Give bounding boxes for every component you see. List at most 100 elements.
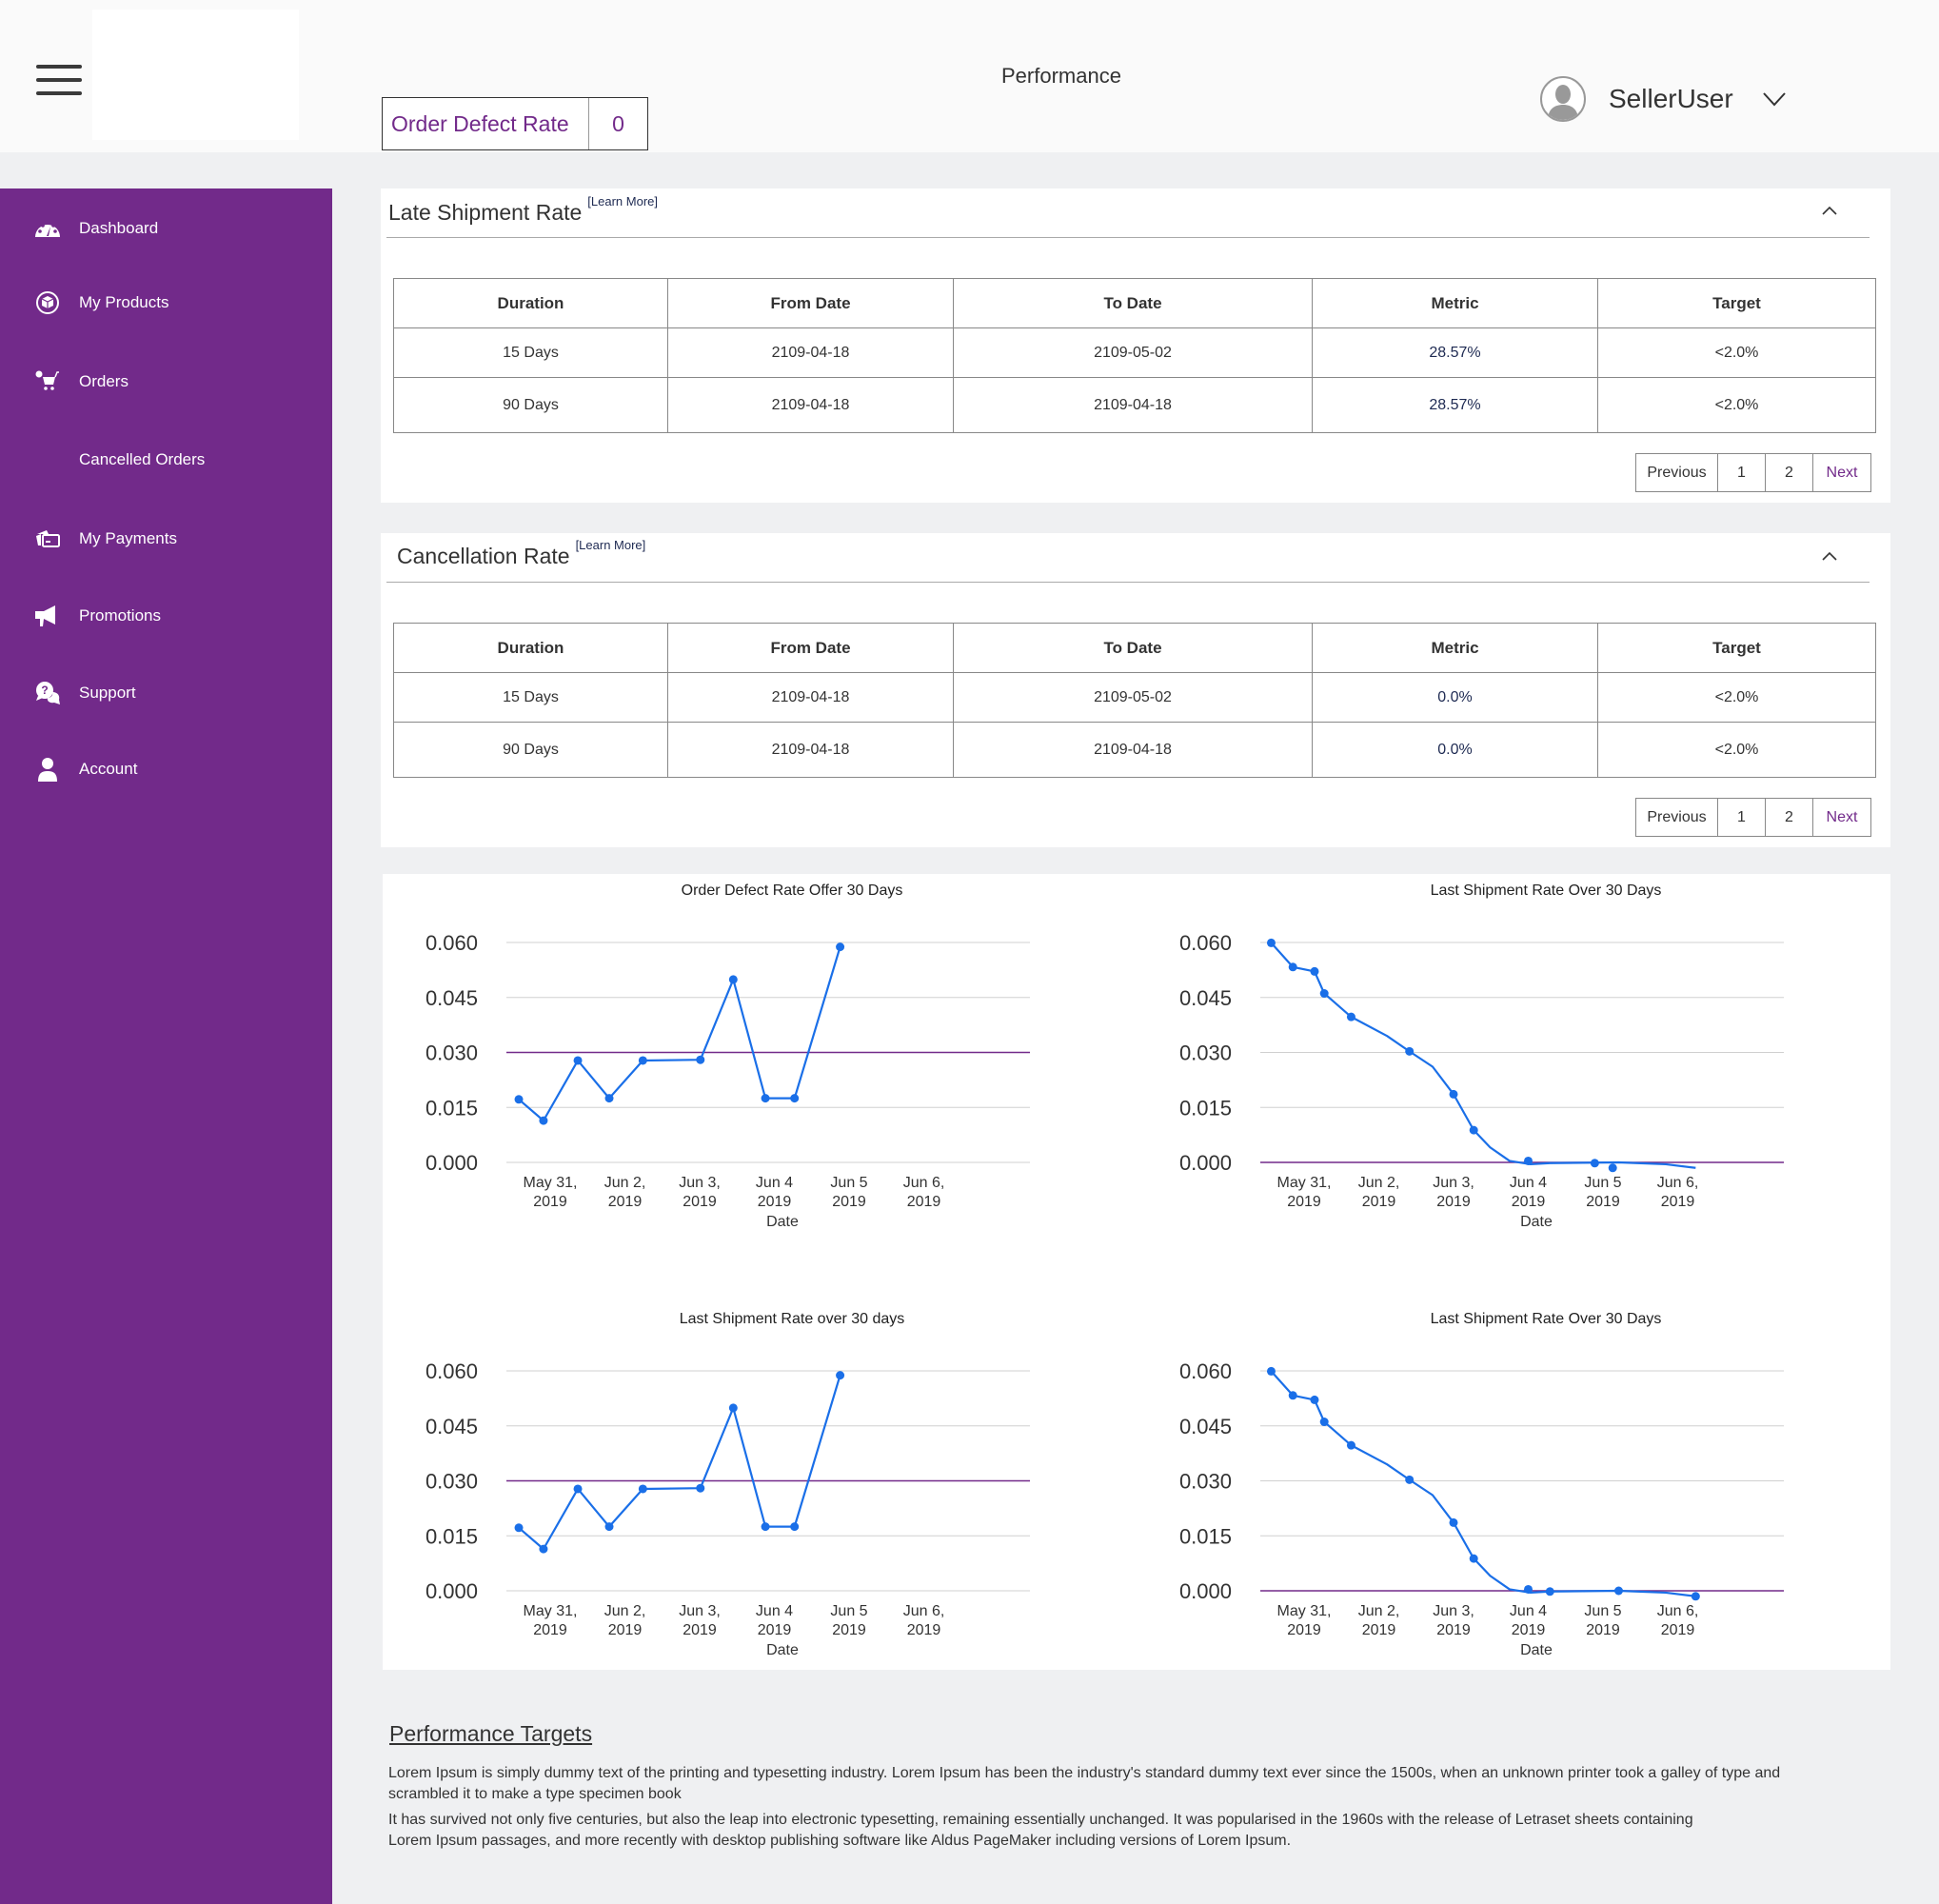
x-tick-label: Jun 6, [903,1603,945,1619]
x-tick-label: Jun 3, [1433,1603,1474,1619]
hamburger-menu-icon[interactable] [36,65,82,97]
target-cell: <2.0% [1597,672,1876,723]
data-point [836,942,845,952]
pagination: Previous 1 2 Next [1635,798,1871,837]
previous-page-button[interactable]: Previous [1636,799,1718,836]
x-tick-label: Jun 5 [830,1175,867,1191]
x-tick-label: Jun 2, [604,1175,646,1191]
x-tick-label: 2019 [907,1622,941,1638]
y-tick-label: 0.045 [425,986,478,1010]
duration-cell: 15 Days [393,672,668,723]
divider [386,237,1870,238]
card-title: Cancellation Rate [Learn More] [397,538,645,569]
table-row: 15 Days 2109-04-18 2109-05-02 0.0% <2.0% [393,672,1876,723]
page-1-button[interactable]: 1 [1718,799,1766,836]
order-defect-rate-summary: Order Defect Rate 0 [382,97,648,150]
x-tick-label: 2019 [758,1194,792,1210]
x-tick-label: 2019 [533,1622,567,1638]
previous-page-button[interactable]: Previous [1636,454,1718,491]
y-tick-label: 0.030 [1179,1041,1232,1065]
x-tick-label: 2019 [1362,1622,1396,1638]
data-point [539,1116,548,1125]
from-date-cell: 2109-04-18 [667,672,954,723]
learn-more-link[interactable]: [Learn More] [576,538,646,552]
chevron-down-icon[interactable] [1762,91,1787,107]
x-tick-label: 2019 [608,1194,643,1210]
series-line [1270,942,1696,1169]
chart-title: Last Shipment Rate Over 30 Days [1431,1311,1662,1327]
x-tick-label: Jun 6, [903,1175,945,1191]
x-tick-label: 2019 [608,1622,643,1638]
y-tick-label: 0.000 [425,1579,478,1603]
sidebar-item-my-payments[interactable]: My Payments [0,515,332,563]
sidebar-item-promotions[interactable]: Promotions [0,592,332,640]
x-tick-label: 2019 [1436,1622,1471,1638]
x-tick-label: May 31, [524,1603,578,1619]
late-shipment-rate-chart-bottom-right: Last Shipment Rate Over 30 Days 0.000 0.01… [1179,1311,1784,1658]
x-tick-label: 2019 [1287,1622,1321,1638]
sidebar-item-dashboard[interactable]: Dashboard [0,205,332,252]
page-2-button[interactable]: 2 [1766,799,1813,836]
sidebar-item-label: My Products [79,293,169,311]
y-tick-label: 0.000 [425,1151,478,1175]
x-tick-label: 2019 [1512,1622,1546,1638]
sidebar-item-label: Promotions [79,606,161,625]
chevron-up-icon[interactable] [1820,204,1839,217]
to-date-cell: 2109-04-18 [953,377,1313,433]
series-line [1270,1370,1696,1597]
sidebar-item-support[interactable]: ? Support [0,669,332,717]
page-2-button[interactable]: 2 [1766,454,1813,491]
column-header: Target [1597,278,1876,328]
data-point [1449,1517,1458,1527]
user-menu[interactable]: SellerUser [1540,76,1787,122]
sidebar-item-my-products[interactable]: My Products [0,279,332,327]
to-date-cell: 2109-04-18 [953,722,1313,778]
x-axis-label: Date [766,1214,799,1230]
data-point [1608,1163,1617,1173]
sidebar-item-label: My Payments [79,529,177,547]
learn-more-link[interactable]: [Learn More] [587,194,658,208]
data-point [1319,989,1329,999]
data-point [573,1056,583,1065]
x-tick-label: 2019 [1586,1622,1620,1638]
table-row: 15 Days 2109-04-18 2109-05-02 28.57% <2.… [393,327,1876,378]
y-tick-label: 0.045 [425,1415,478,1438]
page-1-button[interactable]: 1 [1718,454,1766,491]
x-tick-label: Jun 5 [830,1603,867,1619]
x-tick-label: 2019 [683,1622,717,1638]
y-tick-label: 0.045 [1179,1415,1232,1438]
data-point [638,1484,647,1494]
column-header: To Date [953,278,1313,328]
x-tick-label: May 31, [1277,1175,1332,1191]
card-title-text: Late Shipment Rate [388,200,583,225]
data-point [1524,1156,1533,1165]
shopping-cart-icon [34,368,61,395]
next-page-button[interactable]: Next [1813,454,1870,491]
dashboard-gauge-icon [34,215,61,242]
column-header: From Date [667,623,954,673]
charts-panel: Order Defect Rate Offer 30 Days 0.000 0.01… [383,874,1890,1670]
chevron-up-icon[interactable] [1820,549,1839,563]
x-tick-label: 2019 [1512,1194,1546,1210]
x-tick-label: Jun 2, [1358,1175,1400,1191]
logo-placeholder [92,10,299,140]
sidebar-item-account[interactable]: Account [0,745,332,793]
next-page-button[interactable]: Next [1813,799,1870,836]
sidebar-item-cancelled-orders[interactable]: Cancelled Orders [0,436,332,484]
table-row: 90 Days 2109-04-18 2109-04-18 0.0% <2.0% [393,722,1876,778]
sidebar-item-label: Orders [79,372,129,390]
sidebar-item-orders[interactable]: Orders [0,358,332,406]
to-date-cell: 2109-05-02 [953,327,1313,378]
data-point [1469,1125,1478,1135]
column-header: Metric [1312,278,1598,328]
data-point [1405,1475,1415,1484]
column-header: Duration [393,278,668,328]
y-tick-label: 0.015 [1179,1096,1232,1120]
data-point [1613,1586,1623,1596]
column-header: Duration [393,623,668,673]
x-tick-label: 2019 [1287,1194,1321,1210]
y-tick-label: 0.060 [1179,931,1232,955]
metric-cell: 28.57% [1312,377,1598,433]
performance-targets-heading: Performance Targets [389,1721,593,1746]
data-point [573,1484,583,1494]
